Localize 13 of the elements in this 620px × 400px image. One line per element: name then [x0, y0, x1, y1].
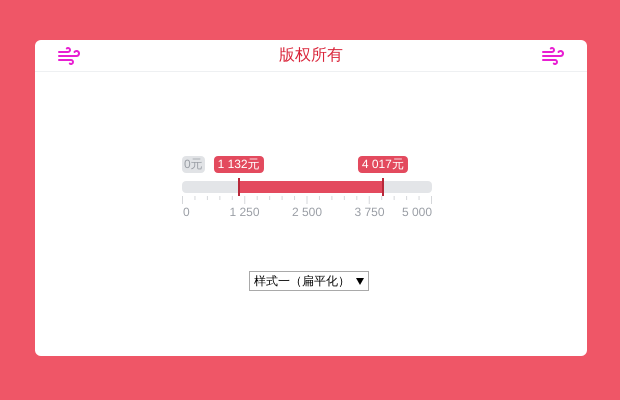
scale-label: 5 000: [402, 205, 432, 219]
caret-icon: [356, 278, 364, 284]
style-select[interactable]: 样式一（扁平化）: [249, 271, 369, 291]
scale-label: 1 250: [229, 205, 260, 219]
header-title: 版权所有: [279, 46, 343, 66]
slider-handle[interactable]: [382, 178, 384, 196]
scale-label: 2 500: [292, 205, 322, 219]
handle-value-badge: 1 132元: [214, 156, 264, 173]
scale-label: 3 750: [354, 205, 385, 219]
handle-value-badge: 4 017元: [358, 156, 408, 173]
slider-handle[interactable]: [238, 178, 240, 196]
min-value-badge: 0元: [182, 156, 205, 173]
scale-label: 0: [183, 205, 190, 219]
